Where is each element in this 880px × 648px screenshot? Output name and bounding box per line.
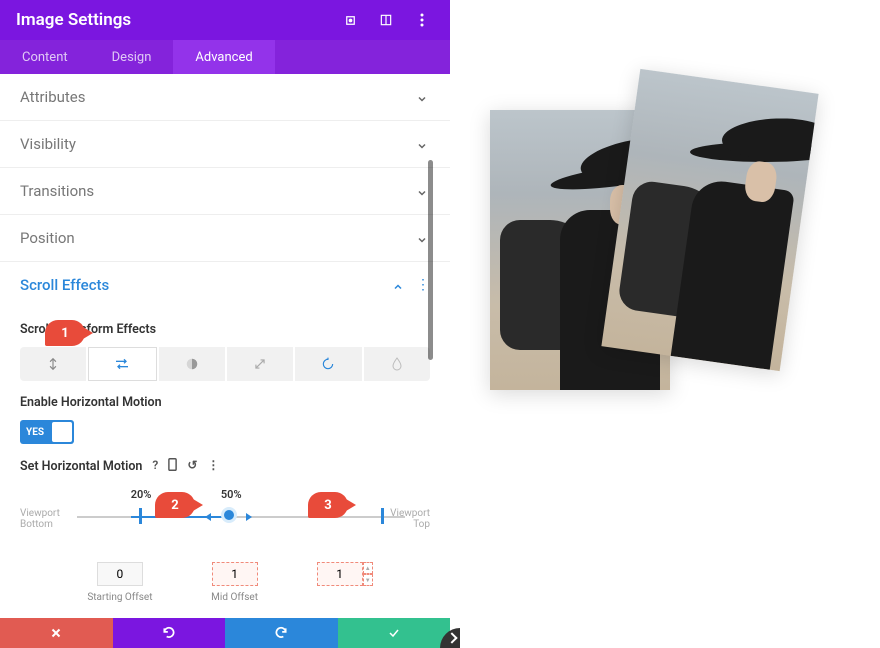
motion-slider[interactable]: 20% 50%	[20, 494, 430, 544]
tab-advanced[interactable]: Advanced	[173, 40, 274, 74]
scrollbar-thumb[interactable]	[428, 160, 433, 360]
toggle-label: YES	[26, 427, 44, 438]
mid-offset-label: Mid Offset	[211, 592, 258, 604]
dock-icon[interactable]	[374, 8, 398, 32]
stepper-down-icon[interactable]: ▼	[363, 574, 373, 586]
tab-content[interactable]: Content	[0, 40, 90, 74]
options-kebab-icon[interactable]: ⋮	[207, 458, 219, 474]
section-scroll-effects[interactable]: Scroll Effects ⋮	[0, 262, 450, 308]
footer-actions	[0, 618, 450, 648]
enable-horizontal-label: Enable Horizontal Motion	[20, 395, 430, 410]
transform-effects-label: Scroll Transform Effects	[20, 322, 430, 337]
chevron-down-icon	[416, 137, 430, 151]
image-preview	[490, 80, 870, 480]
starting-offset-input[interactable]	[97, 562, 143, 586]
chevron-down-icon	[416, 90, 430, 104]
chevron-up-icon	[392, 278, 406, 292]
reset-icon[interactable]: ↺	[187, 458, 197, 474]
slider-pct-1: 20%	[131, 488, 152, 501]
tab-design[interactable]: Design	[90, 40, 174, 74]
slider-fill	[131, 516, 229, 518]
enable-horizontal-toggle[interactable]: YES	[20, 420, 74, 444]
kebab-icon[interactable]	[410, 8, 434, 32]
effect-vertical[interactable]	[20, 347, 86, 381]
effect-rotate[interactable]	[295, 347, 361, 381]
effect-horizontal[interactable]	[88, 347, 156, 381]
expand-icon[interactable]	[338, 8, 362, 32]
settings-header: Image Settings	[0, 0, 450, 40]
section-title: Transitions	[20, 182, 416, 200]
redo-button[interactable]	[225, 618, 338, 648]
device-icon[interactable]	[168, 458, 177, 474]
section-position[interactable]: Position	[0, 215, 450, 261]
settings-tabs: Content Design Advanced	[0, 40, 450, 74]
stepper-up-icon[interactable]: ▲	[363, 562, 373, 574]
toggle-knob	[52, 422, 72, 442]
set-horizontal-label: Set Horizontal Motion ? ↺ ⋮	[20, 458, 430, 474]
section-visibility[interactable]: Visibility	[0, 121, 450, 167]
mid-offset-input[interactable]	[212, 562, 258, 586]
slider-arrow-right-icon	[246, 513, 252, 521]
section-title: Scroll Effects	[20, 276, 392, 294]
section-transitions[interactable]: Transitions	[0, 168, 450, 214]
undo-button[interactable]	[113, 618, 226, 648]
slider-pct-2: 50%	[221, 488, 242, 501]
slider-track	[77, 516, 405, 518]
section-title: Position	[20, 229, 416, 247]
section-title: Visibility	[20, 135, 416, 153]
section-title: Attributes	[20, 88, 416, 106]
preview-photo-front	[601, 69, 818, 371]
starting-offset-label: Starting Offset	[87, 592, 152, 604]
set-horizontal-text: Set Horizontal Motion	[20, 459, 142, 474]
slider-handle-mid[interactable]	[221, 507, 237, 523]
effect-fade[interactable]	[159, 347, 225, 381]
help-icon[interactable]: ?	[152, 458, 158, 474]
section-attributes[interactable]: Attributes	[0, 74, 450, 120]
save-button[interactable]	[338, 618, 451, 648]
cancel-button[interactable]	[0, 618, 113, 648]
effect-blur[interactable]	[364, 347, 430, 381]
slider-handle-start[interactable]	[139, 508, 142, 524]
effect-scale[interactable]	[227, 347, 293, 381]
offset-stepper[interactable]: ▲ ▼	[363, 562, 373, 586]
slider-handle-end[interactable]	[381, 508, 384, 524]
slider-arrow-left-icon	[205, 513, 211, 521]
end-offset-input[interactable]	[317, 562, 363, 586]
settings-title: Image Settings	[16, 10, 326, 30]
